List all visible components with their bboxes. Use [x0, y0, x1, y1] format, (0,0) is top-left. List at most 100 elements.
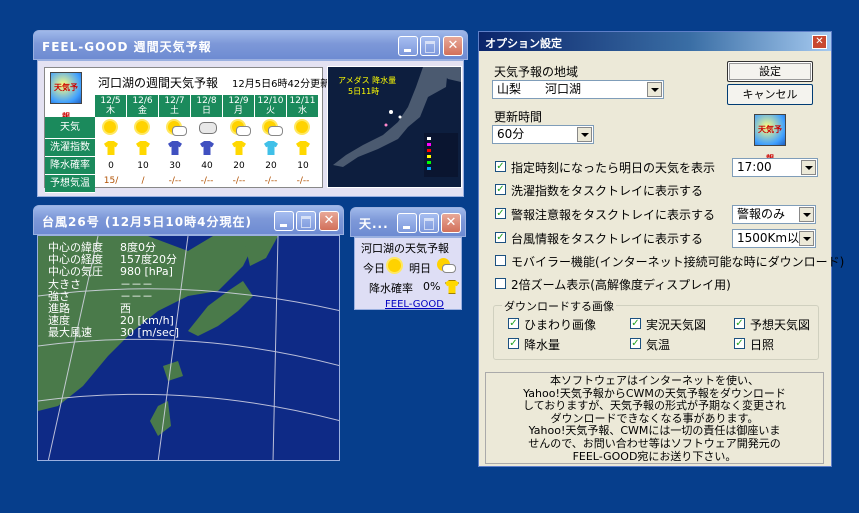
day-header: 12/9 月: [223, 95, 254, 117]
download-label: ひまわり画像: [524, 318, 597, 332]
maximize-button[interactable]: [420, 36, 440, 56]
minimize-button[interactable]: [274, 211, 294, 231]
day-of-week: 火: [265, 106, 275, 116]
amedas-label: アメダス 降水量: [338, 76, 397, 85]
minimize-button[interactable]: [398, 36, 418, 56]
sun-icon: [388, 259, 401, 272]
amedas-time: 5日11時: [348, 87, 380, 96]
option-label: 台風情報をタスクトレイに表示する: [511, 232, 704, 246]
maximize-button[interactable]: [419, 213, 439, 233]
chevron-down-icon: [799, 231, 814, 246]
option-select-value: 警報のみ: [737, 207, 786, 221]
option-checkbox[interactable]: ✓: [495, 161, 506, 172]
sun-cloud-icon: [255, 117, 287, 139]
rain-label: 降水確率: [369, 282, 413, 295]
option-checkbox[interactable]: [495, 255, 506, 266]
mini-window-body: 河口湖の天気予報 今日 明日 降水確率 0% FEEL-GOOD: [354, 237, 462, 310]
forecast-window-title: FEEL-GOOD 週間天気予報: [42, 40, 212, 54]
download-checkbox[interactable]: ✓: [734, 338, 745, 349]
download-checkbox[interactable]: ✓: [508, 338, 519, 349]
maximize-button[interactable]: [296, 211, 316, 231]
option-checkbox[interactable]: ✓: [495, 208, 506, 219]
notice-line: せんので、お問い合わせ等はソフトウェア開発元の: [528, 436, 781, 450]
rain-chance: 0: [108, 161, 114, 171]
minimize-button[interactable]: [397, 213, 417, 233]
row-label: 天気: [45, 117, 95, 139]
today-label: 今日: [363, 262, 385, 275]
close-button[interactable]: ✕: [443, 36, 463, 56]
download-checkbox[interactable]: ✓: [734, 318, 745, 329]
day-of-week: 土: [169, 106, 179, 116]
mini-window-titlebar[interactable]: 天... ✕: [350, 207, 466, 237]
forecast-updated: 12月5日6時42分更新: [232, 79, 331, 90]
download-label: 降水量: [524, 338, 561, 352]
region-select[interactable]: 山梨 河口湖: [492, 80, 664, 99]
typhoon-window-title: 台風26号 (12月5日10時4分現在): [42, 215, 252, 229]
region-label: 天気予報の地域: [494, 65, 579, 79]
option-label: 洗濯指数をタスクトレイに表示する: [511, 184, 704, 198]
day-header: 12/7 土: [159, 95, 190, 117]
typhoon-map[interactable]: 中心の緯度 8度0分 中心の経度 157度20分 中心の気圧 980 [hPa] 大きさ －－…: [37, 235, 340, 461]
shirt-icon: [191, 139, 223, 157]
temperature: 15/: [103, 176, 119, 186]
ok-button[interactable]: 設定: [727, 61, 813, 82]
row-label: 洗濯指数: [45, 139, 95, 157]
rain-chance: 30: [169, 161, 181, 171]
update-interval-select[interactable]: 60分: [492, 125, 594, 144]
options-titlebar[interactable]: オプション設定 ✕: [479, 32, 831, 51]
forecast-window: FEEL-GOOD 週間天気予報 ✕ 天気予報 河口湖の週間天気予報 12月5日…: [33, 30, 468, 201]
day-of-week: 木: [105, 106, 115, 116]
typhoon-info-value: 30 [m/sec]: [120, 326, 180, 340]
typhoon-window: 台風26号 (12月5日10時4分現在) ✕ 中心の緯度 8度0分 中心の経度 157…: [33, 205, 344, 465]
download-label: 日照: [750, 338, 775, 352]
option-label: モバイラー機能(インターネット接続可能な時にダウンロード): [511, 255, 845, 269]
close-button[interactable]: ✕: [441, 213, 461, 233]
shirt-icon: [287, 139, 319, 157]
sun-icon: [287, 117, 319, 139]
download-group-title: ダウンロードする画像: [502, 298, 616, 314]
feel-good-link[interactable]: FEEL-GOOD: [385, 299, 444, 310]
rain-chance: 20: [265, 161, 277, 171]
update-select-value: 60分: [497, 127, 525, 141]
update-label: 更新時間: [494, 110, 543, 124]
download-label: 実況天気図: [646, 318, 707, 332]
day-date: 12/5: [100, 96, 121, 106]
forecast-window-titlebar[interactable]: FEEL-GOOD 週間天気予報 ✕: [33, 30, 468, 60]
sun-cloud-icon: [223, 117, 255, 139]
chevron-down-icon: [647, 82, 662, 97]
option-checkbox[interactable]: [495, 278, 506, 289]
day-header: 12/11 水: [287, 95, 318, 117]
temperature: -/--: [264, 176, 278, 186]
day-date: 12/7: [164, 96, 185, 106]
mini-window-title: 天...: [359, 217, 389, 231]
notice-box: 本ソフトウェアはインターネットを使い、 Yahoo!天気予報からCWMの天気予報を…: [485, 372, 824, 464]
download-checkbox[interactable]: ✓: [508, 318, 519, 329]
option-select[interactable]: 警報のみ: [732, 205, 816, 224]
typhoon-info-value: －－－: [120, 277, 153, 291]
day-date: 12/9: [228, 96, 249, 106]
cancel-button[interactable]: キャンセル: [727, 84, 813, 105]
close-button[interactable]: ✕: [319, 211, 339, 231]
amedas-map[interactable]: アメダス 降水量 5日11時: [327, 66, 462, 188]
weekly-forecast-panel: 天気予報 河口湖の週間天気予報 12月5日6時42分更新 天気洗濯指数降水確率予…: [44, 67, 330, 193]
day-date: 12/8: [196, 96, 217, 106]
option-checkbox[interactable]: ✓: [495, 232, 506, 243]
day-date: 12/6: [132, 96, 153, 106]
chevron-down-icon: [799, 207, 814, 222]
option-select[interactable]: 17:00: [732, 158, 818, 177]
typhoon-window-titlebar[interactable]: 台風26号 (12月5日10時4分現在) ✕: [33, 205, 344, 235]
download-label: 予想天気図: [750, 318, 811, 332]
option-select[interactable]: 1500Km以内: [732, 229, 816, 248]
option-checkbox[interactable]: ✓: [495, 184, 506, 195]
rain-chance: 10: [137, 161, 149, 171]
download-checkbox[interactable]: ✓: [630, 338, 641, 349]
typhoon-info-label: 中心の気圧: [48, 265, 103, 279]
cloud-small-icon: [442, 264, 456, 273]
close-button[interactable]: ✕: [812, 35, 827, 49]
download-checkbox[interactable]: ✓: [630, 318, 641, 329]
row-label: 降水確率: [45, 157, 95, 175]
region-select-value: 山梨 河口湖: [497, 82, 582, 96]
day-header: 12/10 火: [255, 95, 286, 117]
option-select-value: 17:00: [737, 160, 772, 174]
day-header: 12/8 日: [191, 95, 222, 117]
